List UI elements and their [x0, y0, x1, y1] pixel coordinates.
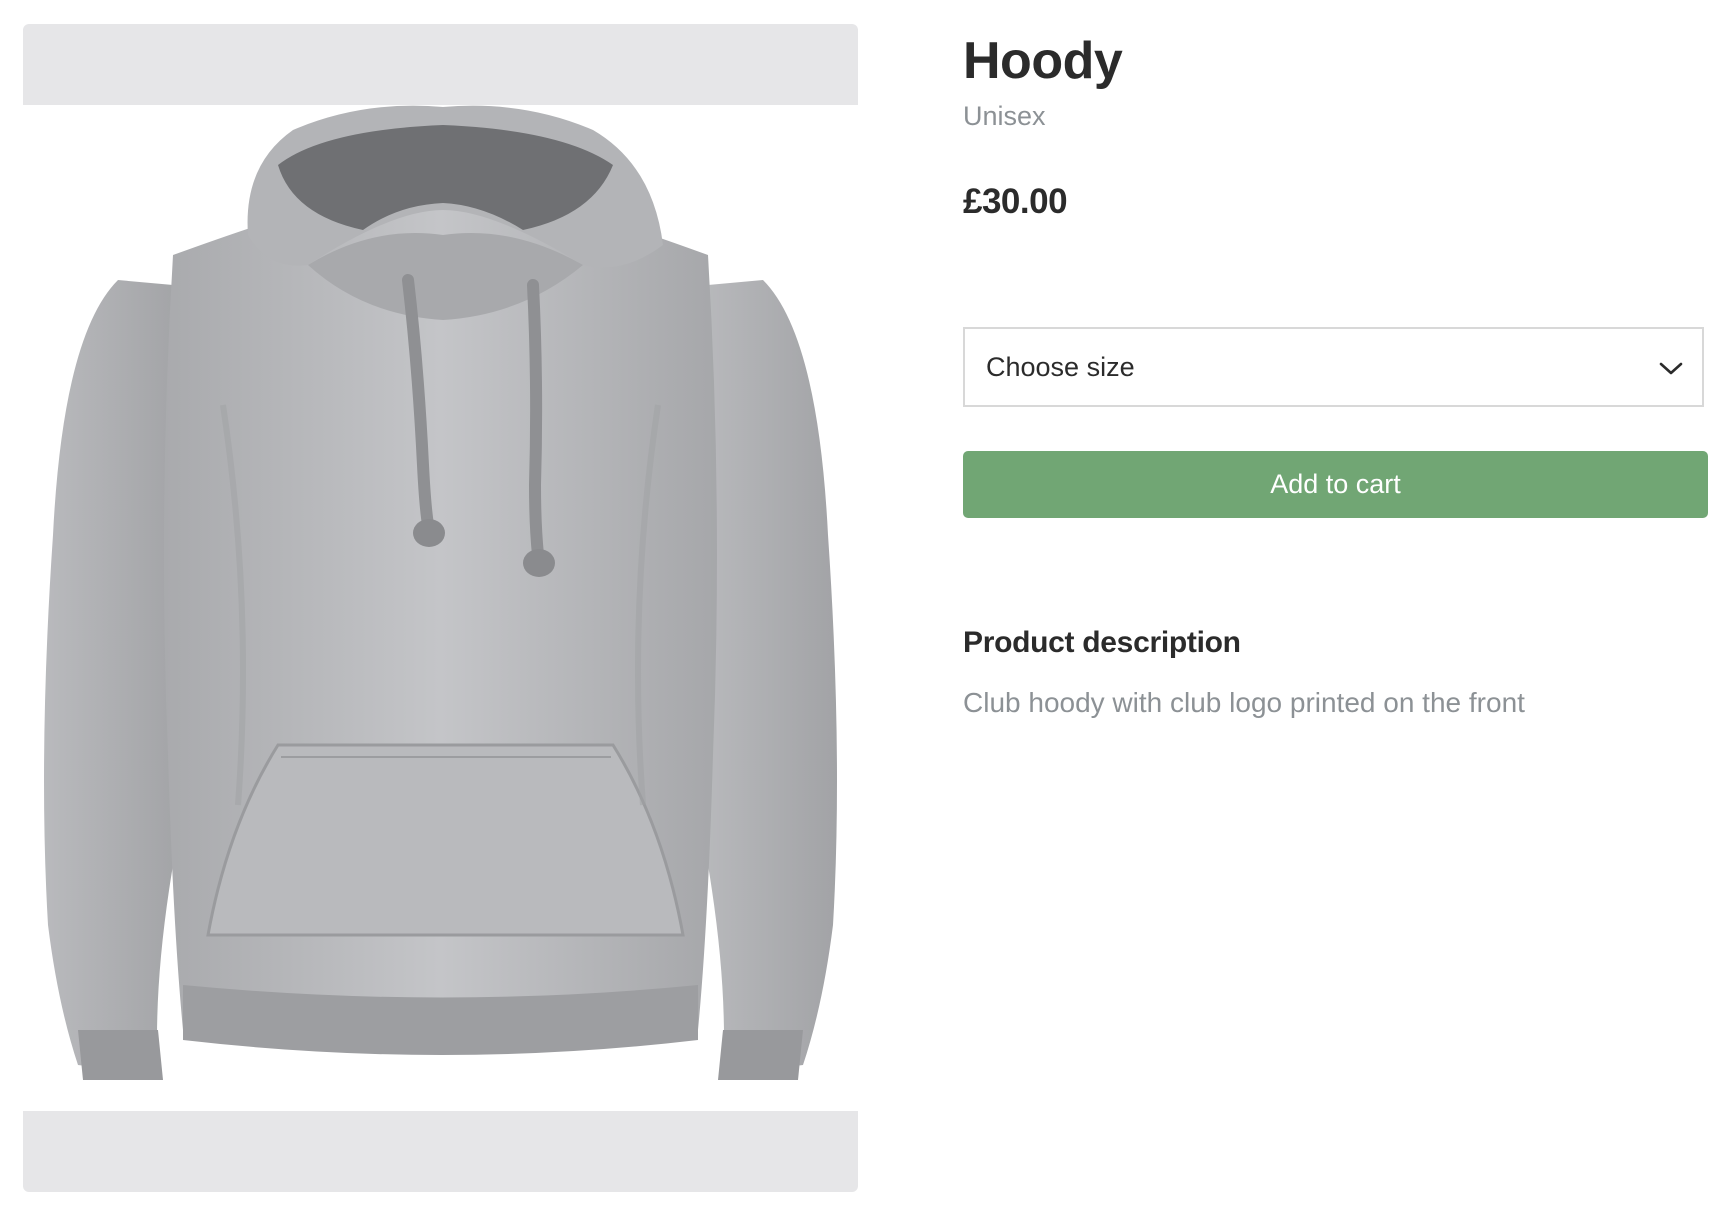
- product-category: Unisex: [963, 101, 1046, 131]
- add-to-cart-button[interactable]: Add to cart: [963, 451, 1708, 518]
- product-image: [23, 105, 858, 1111]
- product-title: Hoody: [963, 32, 1123, 90]
- description-heading: Product description: [963, 626, 1241, 659]
- product-price: £30.00: [963, 182, 1068, 221]
- product-page: Hoody Unisex £30.00 Choose size Add to c…: [0, 0, 1728, 1208]
- size-select-value: Choose size: [986, 352, 1135, 382]
- product-image-panel: [23, 24, 858, 1192]
- size-select[interactable]: Choose size: [963, 327, 1704, 407]
- chevron-down-icon: [1659, 362, 1683, 375]
- description-text: Club hoody with club logo printed on the…: [963, 687, 1525, 718]
- hoody-illustration: [44, 105, 837, 1080]
